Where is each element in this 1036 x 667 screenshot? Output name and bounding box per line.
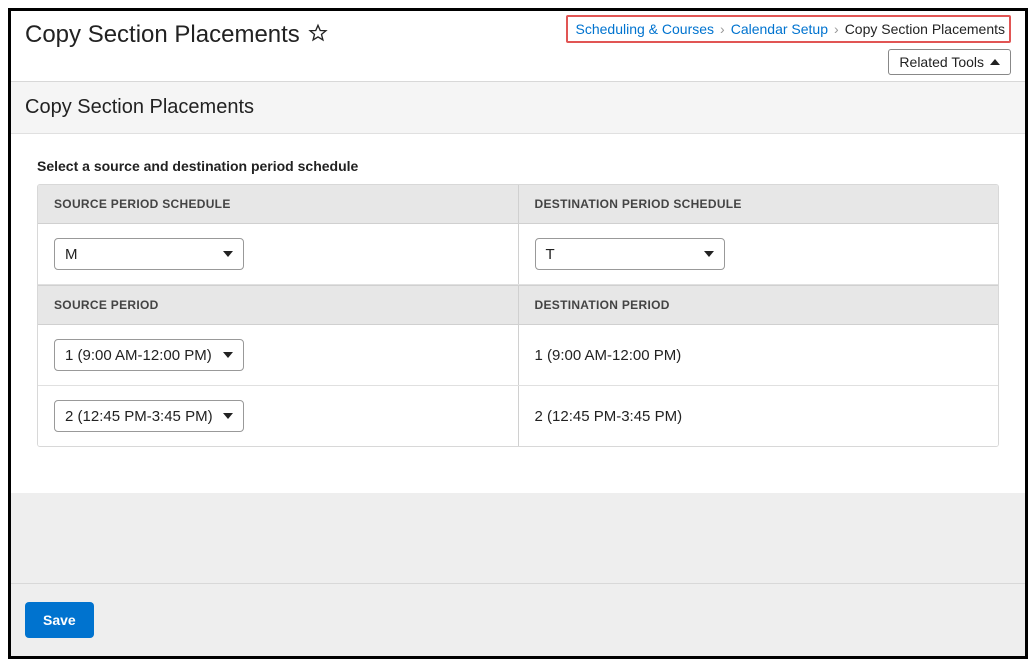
source-period-value: 1 (9:00 AM-12:00 PM) <box>65 347 212 364</box>
app-frame: Copy Section Placements Scheduling & Cou… <box>8 8 1028 659</box>
source-period-select-2[interactable]: 2 (12:45 PM-3:45 PM) <box>54 400 244 432</box>
related-tools-label: Related Tools <box>899 54 984 70</box>
cell-source-schedule: M <box>38 224 518 284</box>
caret-down-icon <box>223 251 233 257</box>
dest-schedule-select[interactable]: T <box>535 238 725 270</box>
dest-period-value: 2 (12:45 PM-3:45 PM) <box>535 408 683 425</box>
chevron-right-icon: › <box>720 21 725 37</box>
table-header-row: SOURCE PERIOD SCHEDULE DESTINATION PERIO… <box>38 185 998 224</box>
col-dest-schedule: DESTINATION PERIOD SCHEDULE <box>518 185 999 223</box>
breadcrumb-link-calendar-setup[interactable]: Calendar Setup <box>731 21 828 37</box>
col-dest-period: DESTINATION PERIOD <box>518 286 999 324</box>
source-period-select-1[interactable]: 1 (9:00 AM-12:00 PM) <box>54 339 244 371</box>
table-row: 1 (9:00 AM-12:00 PM) 1 (9:00 AM-12:00 PM… <box>38 325 998 386</box>
chevron-up-icon <box>990 59 1000 65</box>
page-title: Copy Section Placements <box>25 21 300 49</box>
schedule-select-row: M T <box>38 224 998 285</box>
content: Select a source and destination period s… <box>11 134 1025 493</box>
subheader: Copy Section Placements <box>11 82 1025 134</box>
breadcrumb-current: Copy Section Placements <box>845 21 1005 37</box>
chevron-right-icon: › <box>834 21 839 37</box>
caret-down-icon <box>223 352 233 358</box>
col-source-schedule: SOURCE PERIOD SCHEDULE <box>38 185 518 223</box>
source-schedule-select[interactable]: M <box>54 238 244 270</box>
related-tools-button[interactable]: Related Tools <box>888 49 1011 75</box>
star-icon[interactable] <box>308 23 328 48</box>
schedule-table: SOURCE PERIOD SCHEDULE DESTINATION PERIO… <box>37 184 999 447</box>
topbar: Copy Section Placements Scheduling & Cou… <box>11 11 1025 82</box>
topbar-right: Scheduling & Courses › Calendar Setup › … <box>566 21 1011 75</box>
dest-schedule-value: T <box>546 246 555 263</box>
caret-down-icon <box>704 251 714 257</box>
breadcrumb: Scheduling & Courses › Calendar Setup › … <box>566 15 1011 43</box>
col-source-period: SOURCE PERIOD <box>38 286 518 324</box>
source-period-value: 2 (12:45 PM-3:45 PM) <box>65 408 213 425</box>
footer-gap <box>11 493 1025 583</box>
source-schedule-value: M <box>65 246 78 263</box>
save-button[interactable]: Save <box>25 602 94 638</box>
subheader-title: Copy Section Placements <box>25 96 1011 119</box>
dest-period-value: 1 (9:00 AM-12:00 PM) <box>535 347 682 364</box>
cell-source-period: 1 (9:00 AM-12:00 PM) <box>38 325 518 385</box>
table-row: 2 (12:45 PM-3:45 PM) 2 (12:45 PM-3:45 PM… <box>38 386 998 446</box>
footer: Save <box>11 583 1025 656</box>
cell-dest-period: 2 (12:45 PM-3:45 PM) <box>518 386 999 446</box>
cell-source-period: 2 (12:45 PM-3:45 PM) <box>38 386 518 446</box>
table-subheader-row: SOURCE PERIOD DESTINATION PERIOD <box>38 285 998 325</box>
cell-dest-schedule: T <box>518 224 999 284</box>
page-title-wrap: Copy Section Placements <box>25 21 328 49</box>
caret-down-icon <box>223 413 233 419</box>
breadcrumb-link-scheduling[interactable]: Scheduling & Courses <box>576 21 715 37</box>
prompt-text: Select a source and destination period s… <box>37 158 999 174</box>
cell-dest-period: 1 (9:00 AM-12:00 PM) <box>518 325 999 385</box>
